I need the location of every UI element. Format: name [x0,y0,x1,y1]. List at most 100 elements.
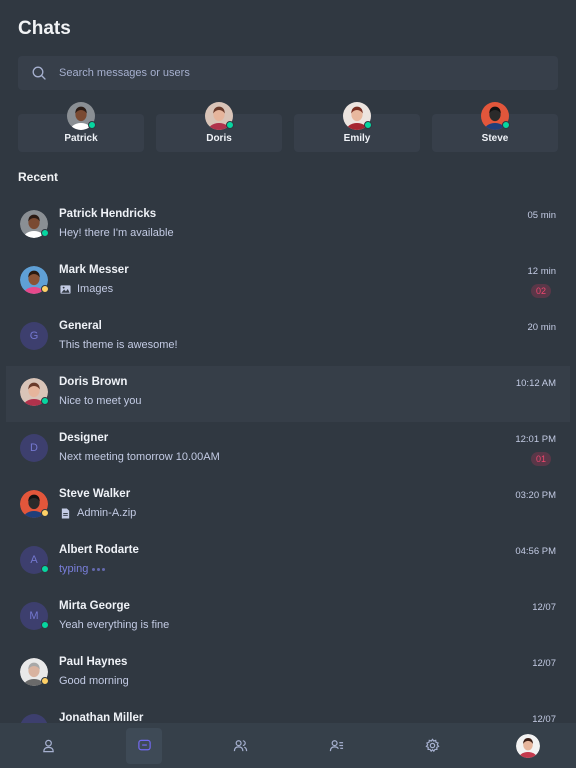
chat-item[interactable]: M Mirta George Yeah everything is fine 12/0… [6,590,570,646]
chat-name: General [59,320,102,332]
online-status-dot [88,121,96,129]
chat-status-dot [41,677,49,685]
online-user-avatar [205,102,234,130]
avatar-letter: A [30,554,38,566]
online-user-avatar [481,102,510,130]
chat-message-text: typing [59,563,89,575]
chat-last-message: typing [59,563,106,575]
chat-item[interactable]: Steve Walker Admin-A.zip 03:20 PM [6,478,570,534]
contacts-icon [329,740,343,752]
chat-time: 12/07 [532,714,556,723]
file-icon [61,507,70,519]
chat-message-text: Nice to meet you [59,395,142,407]
chat-avatar [20,210,49,238]
online-user-card[interactable]: Patrick [18,100,144,152]
online-user-avatar [343,102,372,130]
chat-time: 20 min [527,322,556,333]
nav-contacts-button[interactable] [318,728,354,764]
chat-item[interactable]: Doris Brown Nice to meet you 10:12 AM [6,366,570,422]
chat-last-message: Next meeting tomorrow 10.00AM [59,451,220,463]
chat-avatar-initial: M [20,602,49,630]
avatar-letter: M [29,610,39,622]
chat-avatar [20,490,49,518]
chat-name: Doris Brown [59,376,128,388]
online-user-name: Doris [206,133,232,144]
chat-last-message: Yeah everything is fine [59,619,169,631]
chat-last-message: Admin-A.zip [59,507,136,519]
groups-icon [233,740,247,752]
online-user-card[interactable]: Steve [432,100,558,152]
chat-time: 10:12 AM [515,378,556,389]
avatar-letter: D [30,442,38,454]
chat-status-dot [41,621,49,629]
nav-chat-button[interactable] [126,727,162,764]
online-status-dot [502,121,510,129]
chat-item[interactable]: D Designer Next meeting tomorrow 10.00AM 12… [6,422,570,478]
chat-list: Patrick Hendricks Hey! there I'm availabl… [6,198,570,723]
chat-name: Albert Rodarte [59,544,139,556]
profile-icon [42,739,54,753]
chat-name: Paul Haynes [59,656,128,668]
nav-groups-button[interactable] [222,728,258,764]
chat-message-text: Good morning [59,675,129,687]
chat-last-message: This theme is awesome! [59,339,178,351]
chat-avatar [20,266,49,294]
chat-avatar-initial: A [20,546,49,574]
avatar-letter: G [29,330,39,342]
chat-time: 05 min [527,210,556,221]
chat-avatar-initial: G [20,322,48,350]
user-avatar [516,733,540,758]
chat-avatar-initial: D [20,434,48,462]
chat-avatar-initial: J [20,714,48,723]
chat-time: 12/07 [532,602,556,613]
chat-message-text: Images [77,283,114,295]
chat-icon [137,739,151,751]
chat-item[interactable]: Mark Messer Images 12 min 02 [6,254,570,310]
bottom-nav [0,723,576,768]
chat-item[interactable]: A Albert Rodarte typing 04:56 PM [6,534,570,590]
chat-message-text: Next meeting tomorrow 10.00AM [59,451,220,463]
chat-name: Mirta George [59,600,130,612]
online-user-card[interactable]: Emily [294,100,420,152]
chat-status-dot [41,565,49,573]
recent-heading: Recent [18,170,59,184]
chat-message-text: Hey! there I'm available [59,227,174,239]
chat-time: 04:56 PM [515,546,556,557]
chat-last-message: Nice to meet you [59,395,142,407]
chat-item[interactable]: Paul Haynes Good morning 12/07 [6,646,570,702]
settings-icon [424,738,440,753]
search-box[interactable] [18,56,558,90]
chat-time: 12 min [527,266,556,277]
chat-last-message: Hey! there I'm available [59,227,174,239]
nav-profile-button[interactable] [30,728,66,764]
chat-last-message: Good morning [59,675,129,687]
typing-indicator [92,567,106,571]
chat-time: 03:20 PM [515,490,556,501]
chat-name: Mark Messer [59,264,129,276]
image-icon [60,284,71,294]
chat-app: Chats Patrick [0,0,576,768]
chat-status-dot [41,397,49,405]
user-avatar-photo [516,733,540,758]
chat-time: 12:01 PM [515,434,556,445]
online-user-name: Steve [481,133,509,144]
chat-name: Patrick Hendricks [59,208,157,220]
chat-message-text: Yeah everything is fine [59,619,170,631]
nav-settings-button[interactable] [414,728,450,764]
chat-item[interactable]: G General This theme is awesome! 20 min [6,310,570,366]
online-user-name: Patrick [64,133,98,144]
unread-badge: 01 [531,452,551,466]
chat-message-text: This theme is awesome! [59,339,178,351]
online-user-card[interactable]: Doris [156,100,282,152]
chat-time: 12/07 [532,658,556,669]
chat-item[interactable]: J Jonathan Miller 12/07 [6,702,570,723]
online-users-row: Patrick Doris Emily Steve [18,100,558,152]
online-user-name: Emily [343,133,371,144]
search-input[interactable] [59,67,558,79]
nav-user-avatar-button[interactable] [510,728,546,764]
chat-item[interactable]: Patrick Hendricks Hey! there I'm availabl… [6,198,570,254]
chat-name: Jonathan Miller [59,712,144,723]
unread-badge: 02 [531,284,551,298]
online-user-avatar [67,102,96,130]
online-status-dot [364,121,372,129]
